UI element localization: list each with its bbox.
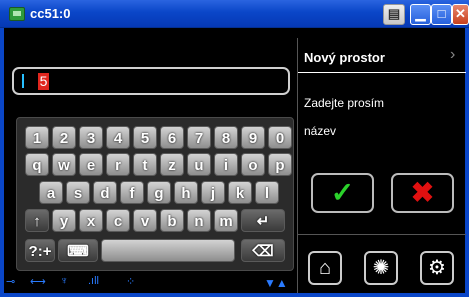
app-icon [9, 7, 25, 21]
grid-icon: ⁘ [126, 276, 136, 288]
shift-key[interactable]: ↑ [25, 209, 49, 232]
key-a[interactable]: a [39, 181, 63, 204]
key-w[interactable]: w [52, 153, 76, 176]
key-f[interactable]: f [120, 181, 144, 204]
name-input[interactable]: 5 [12, 67, 290, 95]
antenna-icon: ♆ [60, 275, 69, 287]
key-6[interactable]: 6 [160, 126, 184, 149]
key-v[interactable]: v [133, 209, 157, 232]
text-cursor [22, 74, 24, 88]
key-g[interactable]: g [147, 181, 171, 204]
keyboard-layout-icon[interactable]: ⌨ [58, 239, 98, 262]
side-panel: Nový prostor › Zadejte prosím název ✓ ✖ … [297, 38, 466, 293]
key-n[interactable]: n [187, 209, 211, 232]
input-value: 5 [38, 73, 49, 90]
symbols-key[interactable]: ?:+ [25, 239, 55, 262]
key-l[interactable]: l [255, 181, 279, 204]
enter-key[interactable]: ↵ [241, 209, 285, 232]
title-divider [298, 72, 466, 73]
title-bar: cc51:0 ▤ ▁ □ ✕ [0, 0, 469, 28]
panel-divider [298, 234, 466, 235]
key-b[interactable]: b [160, 209, 184, 232]
key-4[interactable]: 4 [106, 126, 130, 149]
key-y[interactable]: y [52, 209, 76, 232]
scroll-arrows-icon[interactable]: ▼▲ [264, 276, 288, 290]
key-z[interactable]: z [160, 153, 184, 176]
backspace-key[interactable]: ⌫ [241, 239, 285, 262]
close-button[interactable]: ✕ [452, 4, 469, 25]
key-r[interactable]: r [106, 153, 130, 176]
chevron-right-icon[interactable]: › [450, 46, 455, 64]
key-d[interactable]: d [93, 181, 117, 204]
key-i[interactable]: i [214, 153, 238, 176]
key-c[interactable]: c [106, 209, 130, 232]
key-5[interactable]: 5 [133, 126, 157, 149]
key-7[interactable]: 7 [187, 126, 211, 149]
key-h[interactable]: h [174, 181, 198, 204]
key-x[interactable]: x [79, 209, 103, 232]
key-q[interactable]: q [25, 153, 49, 176]
onscreen-keyboard: 1 2 3 4 5 6 7 8 9 0 q w e r t z u i o p a s d f g h j k l ↑ y x c v b n m ↵?:… [16, 117, 294, 271]
network-icon: ⊸ [6, 276, 16, 288]
key-2[interactable]: 2 [52, 126, 76, 149]
key-u[interactable]: u [187, 153, 211, 176]
status-bar: ⊸ ⟷ ♆ .ıll ⁘ [4, 275, 296, 293]
minimize-button[interactable]: ▁ [410, 4, 431, 25]
key-t[interactable]: t [133, 153, 157, 176]
globe-button[interactable]: ✺ [364, 251, 398, 285]
space-key[interactable] [101, 239, 235, 262]
key-1[interactable]: 1 [25, 126, 49, 149]
panel-title: Nový prostor [304, 50, 385, 65]
key-0[interactable]: 0 [268, 126, 292, 149]
panel-description-line1: Zadejte prosím [304, 96, 385, 110]
key-9[interactable]: 9 [241, 126, 265, 149]
key-k[interactable]: k [228, 181, 252, 204]
printer-icon[interactable]: ▤ [383, 4, 405, 25]
confirm-button[interactable]: ✓ [311, 173, 374, 213]
link-icon: ⟷ [30, 276, 46, 288]
key-8[interactable]: 8 [214, 126, 238, 149]
home-button[interactable]: ⌂ [308, 251, 342, 285]
app-window: cc51:0 ▤ ▁ □ ✕ 5 1234567890qwertzuiopasd… [0, 0, 469, 297]
key-e[interactable]: e [79, 153, 103, 176]
key-m[interactable]: m [214, 209, 238, 232]
maximize-button[interactable]: □ [431, 4, 452, 25]
window-title: cc51:0 [30, 6, 71, 21]
panel-description-line2: název [304, 124, 337, 138]
signal-icon: .ıll [88, 275, 99, 287]
key-p[interactable]: p [268, 153, 292, 176]
key-j[interactable]: j [201, 181, 225, 204]
settings-button[interactable]: ⚙ [420, 251, 454, 285]
cancel-button[interactable]: ✖ [391, 173, 454, 213]
key-s[interactable]: s [66, 181, 90, 204]
key-o[interactable]: o [241, 153, 265, 176]
key-3[interactable]: 3 [79, 126, 103, 149]
